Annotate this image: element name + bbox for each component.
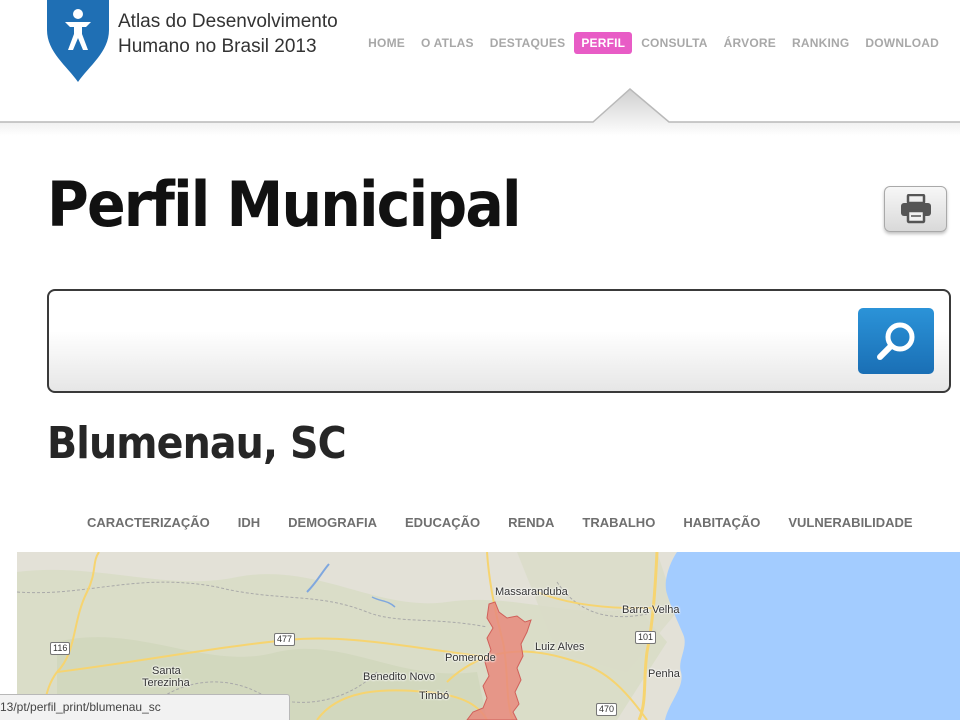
tab-caracterizacao[interactable]: CARACTERIZAÇÃO bbox=[73, 513, 224, 532]
map-label-santa: Santa bbox=[152, 665, 181, 677]
profile-section-tabs: CARACTERIZAÇÃO IDH DEMOGRAFIA EDUCAÇÃO R… bbox=[73, 513, 927, 532]
map-label-massaranduba: Massaranduba bbox=[495, 586, 568, 598]
site-logo-text[interactable]: Atlas do Desenvolvimento Humano no Brasi… bbox=[118, 9, 338, 59]
road-shield-470: 470 bbox=[596, 703, 618, 716]
tab-habitacao[interactable]: HABITAÇÃO bbox=[669, 513, 774, 532]
header-divider-with-pointer bbox=[0, 86, 960, 136]
nav-destaques[interactable]: DESTAQUES bbox=[483, 32, 573, 54]
road-shield-477: 477 bbox=[274, 633, 296, 646]
municipality-search-box bbox=[47, 289, 951, 393]
search-input[interactable] bbox=[59, 301, 849, 381]
tab-trabalho[interactable]: TRABALHO bbox=[568, 513, 669, 532]
nav-arvore[interactable]: ÁRVORE bbox=[717, 32, 783, 54]
logo-line-2: Humano no Brasil 2013 bbox=[118, 36, 317, 57]
nav-ranking[interactable]: RANKING bbox=[785, 32, 856, 54]
tab-idh[interactable]: IDH bbox=[224, 513, 274, 532]
tab-demografia[interactable]: DEMOGRAFIA bbox=[274, 513, 391, 532]
browser-status-bar: 13/pt/perfil_print/blumenau_sc bbox=[0, 694, 290, 720]
nav-home[interactable]: HOME bbox=[361, 32, 412, 54]
page-title: Perfil Municipal bbox=[47, 168, 522, 241]
nav-consulta[interactable]: CONSULTA bbox=[634, 32, 714, 54]
atlas-logo-icon[interactable] bbox=[45, 0, 111, 84]
logo-line-1: Atlas do Desenvolvimento bbox=[118, 11, 338, 32]
site-header: Atlas do Desenvolvimento Humano no Brasi… bbox=[0, 0, 960, 136]
tab-vulnerabilidade[interactable]: VULNERABILIDADE bbox=[774, 513, 926, 532]
tab-renda[interactable]: RENDA bbox=[494, 513, 568, 532]
map-label-terezinha: Terezinha bbox=[142, 677, 190, 689]
nav-download[interactable]: DOWNLOAD bbox=[858, 32, 946, 54]
print-button[interactable] bbox=[884, 186, 947, 232]
map-label-penha: Penha bbox=[648, 668, 680, 680]
search-button[interactable] bbox=[858, 308, 934, 374]
status-url: 13/pt/perfil_print/blumenau_sc bbox=[0, 700, 161, 714]
tab-educacao[interactable]: EDUCAÇÃO bbox=[391, 513, 494, 532]
main-navigation: HOME O ATLAS DESTAQUES PERFIL CONSULTA Á… bbox=[359, 32, 946, 54]
municipality-name: Blumenau, SC bbox=[47, 418, 347, 469]
map-label-pomerode: Pomerode bbox=[445, 652, 496, 664]
search-icon bbox=[877, 322, 915, 360]
map-label-timbo: Timbó bbox=[419, 690, 450, 702]
nav-o-atlas[interactable]: O ATLAS bbox=[414, 32, 481, 54]
map-label-barra-velha: Barra Velha bbox=[622, 604, 680, 616]
printer-icon bbox=[900, 194, 931, 224]
road-shield-101: 101 bbox=[635, 631, 657, 644]
map-label-benedito-novo: Benedito Novo bbox=[363, 671, 436, 683]
road-shield-116: 116 bbox=[50, 642, 71, 655]
nav-perfil[interactable]: PERFIL bbox=[574, 32, 633, 54]
map-label-luiz-alves: Luiz Alves bbox=[535, 641, 585, 653]
